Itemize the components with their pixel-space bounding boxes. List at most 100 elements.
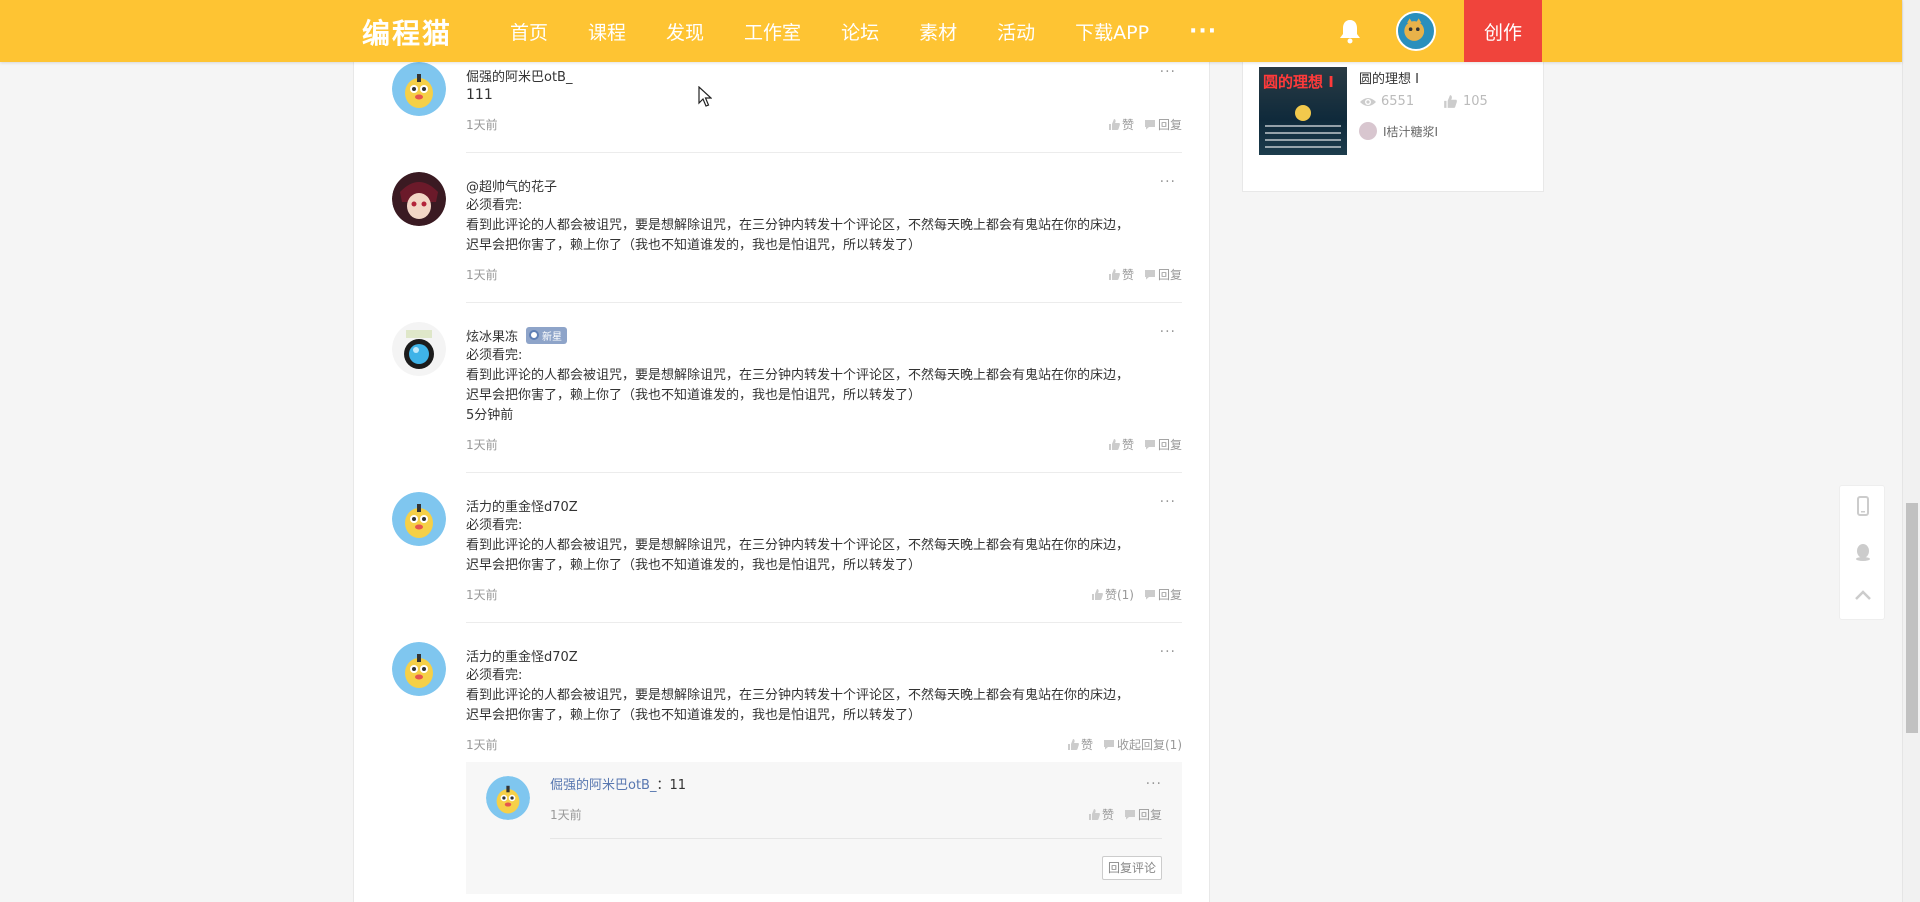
comment-item: 活力的重金怪d70Z ··· 必须看完: 看到此评论的人都会被诅咒，要是想解除诅…: [392, 492, 1182, 623]
like-button[interactable]: 赞: [1108, 436, 1134, 453]
avatar[interactable]: [392, 492, 446, 546]
reply-label: 回复: [1157, 438, 1182, 452]
like-button[interactable]: 赞: [1108, 266, 1134, 283]
like-label: 赞: [1080, 738, 1093, 752]
reply-thread: 倔强的阿米巴otB_：11 ··· 1天前 赞 回复 回复评论: [466, 762, 1182, 894]
reply-button[interactable]: 回复: [1124, 806, 1162, 823]
reply-comment-button[interactable]: 回复评论: [1101, 856, 1162, 880]
top-navbar: 编程猫 首页 课程 发现 工作室 论坛 素材 活动 下载APP ··· 创作: [0, 0, 1902, 62]
comment-text-line: 迟早会把你害了，赖上你了（我也不知道谁发的，我也是怕诅咒，所以转发了）: [466, 388, 922, 403]
main-nav: 首页 课程 发现 工作室 论坛 素材 活动 下载APP ···: [510, 0, 1257, 62]
mouse-cursor-icon: [698, 86, 712, 107]
nav-home[interactable]: 首页: [510, 18, 548, 45]
comment-text-line: 迟早会把你害了，赖上你了（我也不知道谁发的，我也是怕诅咒，所以转发了）: [466, 238, 922, 253]
avatar[interactable]: [392, 642, 446, 696]
avatar[interactable]: [392, 322, 446, 376]
username-text[interactable]: 炫冰果冻: [466, 330, 518, 345]
like-label: 赞: [1101, 808, 1114, 822]
comment-username[interactable]: @超帅气的花子: [466, 176, 557, 195]
collapse-replies-button[interactable]: 收起回复(1): [1103, 736, 1182, 753]
like-label: 赞: [1121, 268, 1134, 282]
reply-button[interactable]: 回复: [1144, 586, 1182, 603]
avatar[interactable]: [392, 172, 446, 226]
more-options-icon[interactable]: ···: [1146, 776, 1162, 792]
nav-studio[interactable]: 工作室: [744, 18, 801, 45]
view-count: 6551: [1359, 94, 1414, 109]
cover-title: 圆的理想 I: [1263, 73, 1334, 91]
bell-icon[interactable]: [1338, 18, 1362, 44]
author-name[interactable]: I桔汁糖浆I: [1383, 123, 1438, 140]
reply-time: 1天前: [550, 808, 582, 822]
comment-username[interactable]: 炫冰果冻 新星: [466, 326, 568, 345]
new-star-badge: 新星: [526, 326, 568, 344]
comment-username[interactable]: 活力的重金怪d70Z: [466, 646, 578, 665]
user-avatar[interactable]: [1396, 11, 1436, 51]
views-value: 6551: [1381, 94, 1415, 109]
nav-download-app[interactable]: 下载APP: [1075, 18, 1149, 45]
nav-courses[interactable]: 课程: [588, 18, 626, 45]
comment-actions: 赞 收起回复(1): [1057, 736, 1182, 753]
avatar[interactable]: [486, 776, 530, 820]
thumb-up-icon: [1088, 809, 1100, 820]
scrollbar-thumb[interactable]: [1906, 503, 1918, 733]
comment-bubble-icon: [1104, 740, 1114, 750]
nav-more-icon[interactable]: ···: [1189, 19, 1217, 44]
work-author[interactable]: I桔汁糖浆I: [1359, 122, 1438, 140]
likes-value: 105: [1463, 94, 1488, 109]
reply-button[interactable]: 回复: [1144, 436, 1182, 453]
nav-forum[interactable]: 论坛: [841, 18, 879, 45]
like-button[interactable]: 赞: [1067, 736, 1093, 753]
comment-actions: 赞(1) 回复: [1081, 586, 1182, 603]
comment-text-line: 必须看完:: [466, 518, 523, 533]
more-options-icon[interactable]: ···: [1160, 644, 1176, 660]
badge-icon: [529, 330, 540, 340]
like-button[interactable]: 赞: [1108, 116, 1134, 133]
mobile-icon[interactable]: [1853, 496, 1873, 516]
create-button[interactable]: 创作: [1464, 0, 1542, 62]
play-icon: [1295, 105, 1311, 121]
page-scrollbar[interactable]: [1902, 0, 1920, 902]
comment-username[interactable]: 倔强的阿米巴otB_: [466, 66, 572, 85]
related-work-card[interactable]: 圆的理想 I 圆的理想 I 6551 105 I桔汁糖浆I: [1242, 62, 1544, 192]
comment-text-line: 必须看完:: [466, 198, 523, 213]
comment-text: 111: [466, 87, 493, 103]
reply-button[interactable]: 回复: [1144, 266, 1182, 283]
back-to-top-icon[interactable]: [1853, 586, 1873, 606]
reply-label: 回复: [1137, 808, 1162, 822]
comment-bubble-icon: [1144, 440, 1155, 450]
nav-discover[interactable]: 发现: [666, 18, 704, 45]
more-options-icon[interactable]: ···: [1160, 64, 1176, 80]
comment-item: @超帅气的花子 ··· 必须看完: 看到此评论的人都会被诅咒，要是想解除诅咒，在…: [392, 172, 1182, 303]
comment-actions: 赞 回复: [1098, 436, 1182, 453]
author-avatar: [1359, 122, 1377, 140]
reply-button[interactable]: 回复: [1144, 116, 1182, 133]
nav-events[interactable]: 活动: [997, 18, 1035, 45]
like-count: 105: [1443, 94, 1488, 109]
reply-username[interactable]: 倔强的阿米巴otB_: [550, 778, 656, 793]
thumb-up-icon: [1108, 269, 1120, 280]
comment-text-line: 看到此评论的人都会被诅咒，要是想解除诅咒，在三分钟内转发十个评论区，不然每天晚上…: [466, 688, 1130, 703]
like-label: 赞(1): [1104, 588, 1134, 602]
qq-icon[interactable]: [1853, 542, 1873, 562]
work-title[interactable]: 圆的理想 I: [1359, 68, 1419, 87]
site-logo[interactable]: 编程猫: [362, 12, 452, 52]
work-cover[interactable]: 圆的理想 I: [1259, 67, 1347, 155]
thumb-up-icon: [1444, 95, 1457, 108]
like-button[interactable]: 赞: [1088, 806, 1114, 823]
avatar[interactable]: [392, 62, 446, 116]
more-options-icon[interactable]: ···: [1160, 494, 1176, 510]
comment-bubble-icon: [1124, 810, 1135, 820]
comment-time: 1天前: [466, 118, 498, 132]
comment-text-line: 必须看完:: [466, 668, 523, 683]
comment-actions: 赞 回复: [1098, 266, 1182, 283]
comment-time: 1天前: [466, 438, 498, 452]
comment-item: 活力的重金怪d70Z ··· 必须看完: 看到此评论的人都会被诅咒，要是想解除诅…: [392, 642, 1182, 762]
comment-text-line: 必须看完:: [466, 348, 523, 363]
nav-materials[interactable]: 素材: [919, 18, 957, 45]
badge-label: 新星: [542, 331, 563, 343]
more-options-icon[interactable]: ···: [1160, 324, 1176, 340]
comment-bubble-icon: [1144, 120, 1155, 130]
like-button[interactable]: 赞(1): [1091, 586, 1134, 603]
more-options-icon[interactable]: ···: [1160, 174, 1176, 190]
comment-username[interactable]: 活力的重金怪d70Z: [466, 496, 578, 515]
